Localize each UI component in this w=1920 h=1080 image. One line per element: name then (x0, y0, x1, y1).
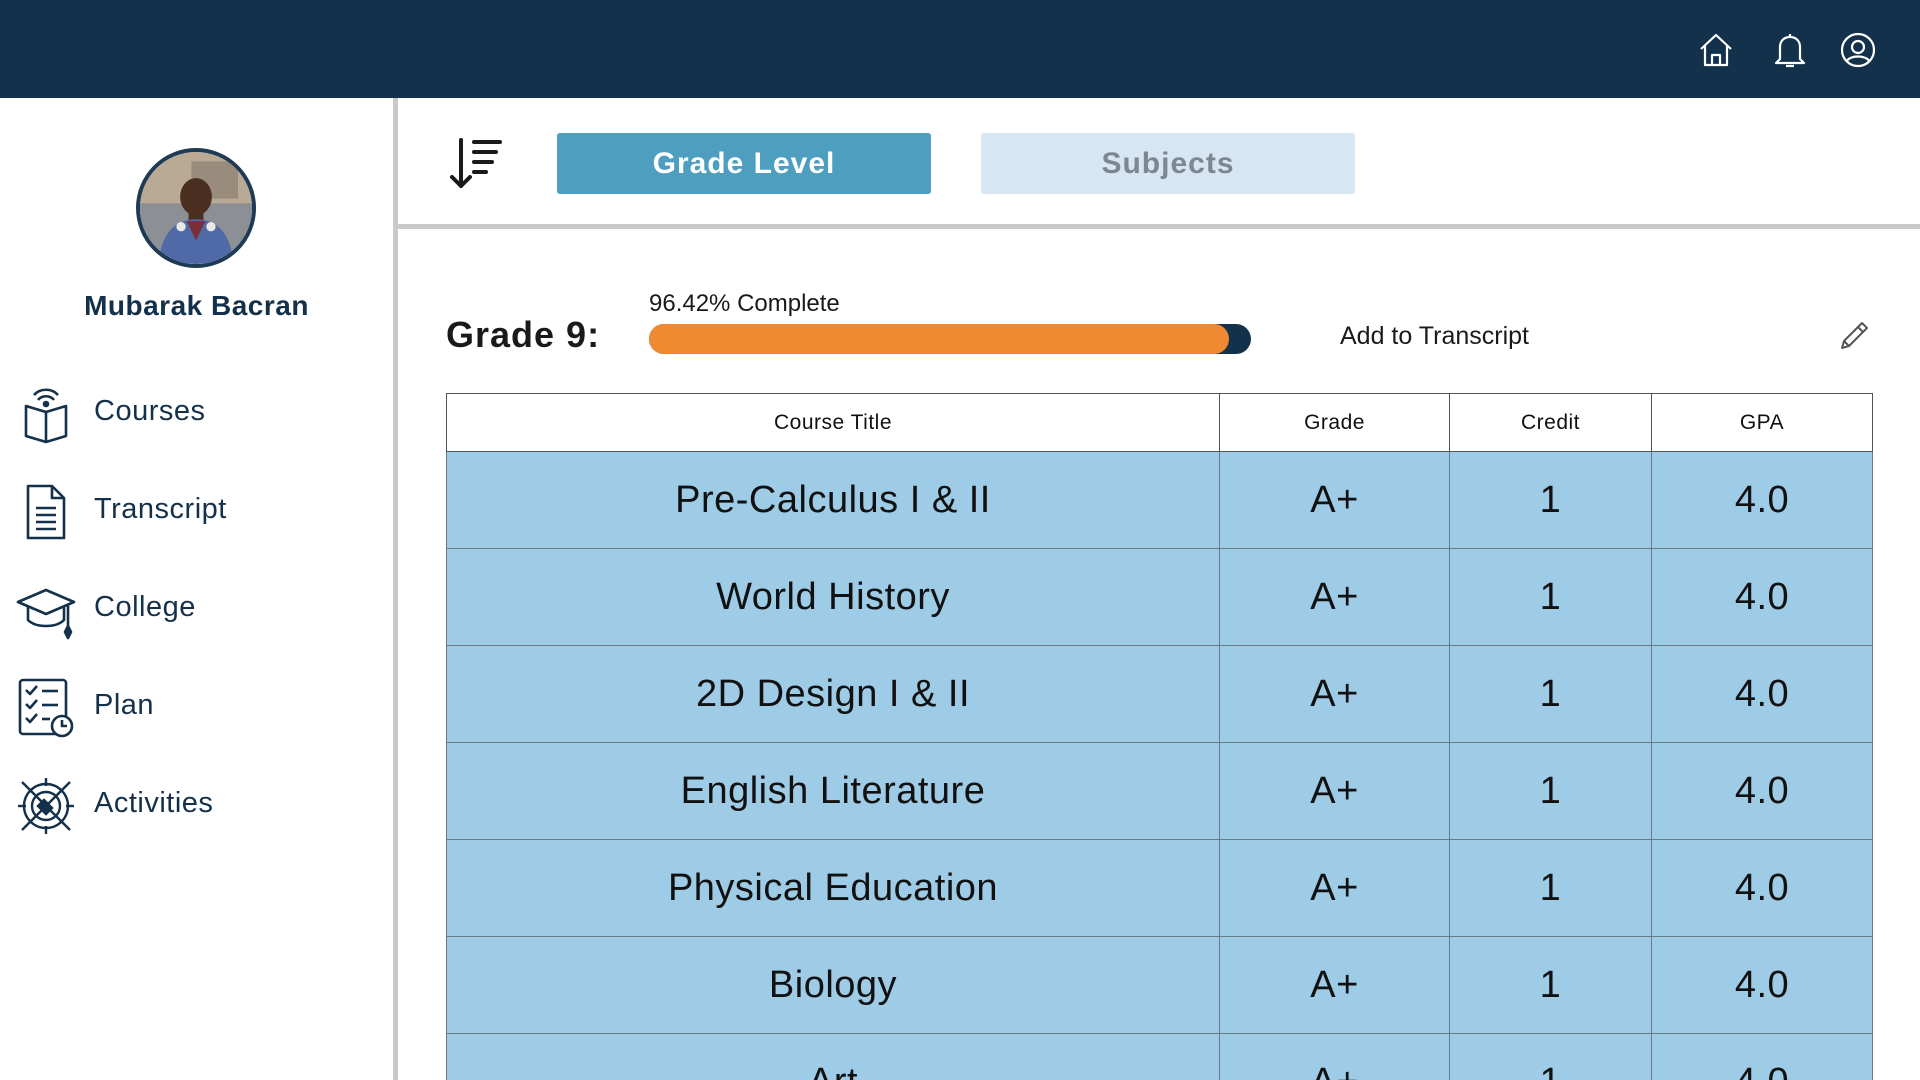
gpa-cell: 4.0 (1651, 936, 1873, 1034)
credit-cell: 1 (1449, 936, 1652, 1034)
grade-cell: A+ (1219, 839, 1450, 937)
book-icon (16, 384, 76, 444)
checklist-icon (16, 678, 76, 738)
credit-cell: 1 (1449, 839, 1652, 937)
column-header[interactable]: Course Title (446, 393, 1220, 452)
grade-cell: A+ (1219, 1033, 1450, 1080)
courses-table: Course Title Grade Credit GPA Pre-Calcul… (446, 393, 1873, 1080)
course-title-cell: English Literature (446, 742, 1220, 840)
progress-fill (649, 324, 1230, 354)
sidebar-item-label: Plan (94, 689, 155, 721)
column-header[interactable]: Credit (1449, 393, 1652, 452)
course-title-cell: 2D Design I & II (446, 645, 1220, 743)
document-icon (16, 482, 76, 542)
progress-label: 96.42% Complete (649, 290, 840, 317)
gpa-cell: 4.0 (1651, 451, 1873, 549)
credit-cell: 1 (1449, 451, 1652, 549)
sidebar-item-label: Transcript (94, 493, 227, 525)
gpa-cell: 4.0 (1651, 645, 1873, 743)
grade-cell: A+ (1219, 548, 1450, 646)
tab-grade-level[interactable]: Grade Level (557, 133, 931, 194)
sidebar-item-activities[interactable]: Activities (16, 770, 376, 840)
table-row[interactable]: Art A+ 1 4.0 (446, 1033, 1873, 1080)
bell-icon[interactable] (1770, 30, 1810, 70)
table-row[interactable]: Pre-Calculus I & II A+ 1 4.0 (446, 451, 1873, 549)
credit-cell: 1 (1449, 645, 1652, 743)
avatar[interactable] (136, 148, 256, 268)
gpa-cell: 4.0 (1651, 839, 1873, 937)
progress-bar (649, 324, 1251, 354)
home-icon[interactable] (1696, 30, 1736, 70)
sidebar-item-label: Courses (94, 395, 206, 427)
grade-title: Grade 9: (446, 314, 601, 355)
table-row[interactable]: Biology A+ 1 4.0 (446, 936, 1873, 1034)
user-name: Mubarak Bacran (84, 290, 309, 321)
grade-cell: A+ (1219, 936, 1450, 1034)
activities-icon (16, 776, 76, 836)
courses-table-container: Course Title Grade Credit GPA Pre-Calcul… (446, 393, 1873, 1080)
credit-cell: 1 (1449, 742, 1652, 840)
top-bar (0, 0, 1920, 98)
tab-subjects[interactable]: Subjects (981, 133, 1355, 194)
course-title-cell: Physical Education (446, 839, 1220, 937)
sidebar-item-plan[interactable]: Plan (16, 672, 376, 742)
table-header-row: Course Title Grade Credit GPA (446, 393, 1873, 452)
add-to-transcript-link[interactable]: Add to Transcript (1340, 322, 1529, 351)
course-title-cell: Pre-Calculus I & II (446, 451, 1220, 549)
table-row[interactable]: World History A+ 1 4.0 (446, 548, 1873, 646)
course-title-cell: World History (446, 548, 1220, 646)
table-row[interactable]: 2D Design I & II A+ 1 4.0 (446, 645, 1873, 743)
course-title-cell: Biology (446, 936, 1220, 1034)
sidebar-item-transcript[interactable]: Transcript (16, 476, 376, 546)
sidebar-item-courses[interactable]: Courses (16, 378, 376, 448)
credit-cell: 1 (1449, 1033, 1652, 1080)
gpa-cell: 4.0 (1651, 1033, 1873, 1080)
gpa-cell: 4.0 (1651, 742, 1873, 840)
grade-cell: A+ (1219, 742, 1450, 840)
credit-cell: 1 (1449, 548, 1652, 646)
grade-cell: A+ (1219, 645, 1450, 743)
grade-cell: A+ (1219, 451, 1450, 549)
sidebar-item-label: Activities (94, 787, 214, 819)
table-row[interactable]: English Literature A+ 1 4.0 (446, 742, 1873, 840)
course-title-cell: Art (446, 1033, 1220, 1080)
sidebar-item-college[interactable]: College (16, 574, 376, 644)
column-header[interactable]: GPA (1651, 393, 1873, 452)
table-row[interactable]: Physical Education A+ 1 4.0 (446, 839, 1873, 937)
user-icon[interactable] (1838, 30, 1878, 70)
sidebar-item-label: College (94, 591, 196, 623)
gpa-cell: 4.0 (1651, 548, 1873, 646)
graduation-cap-icon (16, 580, 76, 640)
column-header[interactable]: Grade (1219, 393, 1450, 452)
pencil-icon[interactable] (1836, 318, 1872, 354)
sort-descending-icon[interactable] (448, 134, 508, 194)
